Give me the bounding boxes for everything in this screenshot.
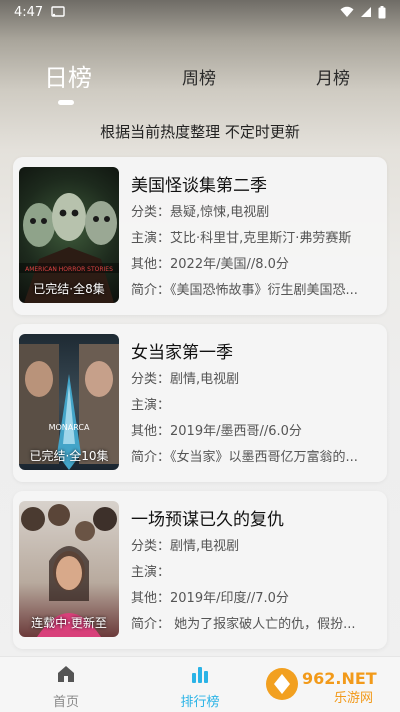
- tab-weekly[interactable]: 周榜: [182, 64, 216, 89]
- list-item[interactable]: 连载中·更新至 一场预谋已久的复仇 分类：剧情,电视剧 主演： 其他：2019年…: [13, 491, 387, 649]
- tab-indicator: [58, 100, 74, 105]
- ranking-tabs: 日榜 周榜 月榜: [0, 64, 400, 114]
- item-cast: 主演：艾比·科里甘,克里斯汀·弗劳赛斯: [131, 231, 352, 246]
- nav-home[interactable]: 首页: [36, 663, 96, 710]
- tab-monthly[interactable]: 月榜: [316, 64, 350, 89]
- item-title: 女当家第一季: [131, 343, 233, 363]
- item-genre: 分类：剧情,电视剧: [131, 372, 240, 387]
- nav-home-label: 首页: [52, 695, 79, 710]
- ranking-icon: [192, 667, 208, 683]
- home-icon: [58, 666, 74, 682]
- list-item[interactable]: AMERICAN HORROR STORIES 已完结·全8集 美国怪谈集第二季…: [13, 157, 387, 315]
- item-other: 其他：2019年/印度//7.0分: [131, 591, 289, 606]
- poster-image: MONARCA 已完结·全10集: [19, 334, 119, 470]
- poster-status: 已完结·全8集: [33, 282, 105, 296]
- battery-icon: [378, 5, 386, 18]
- wifi-icon: [340, 6, 354, 17]
- ranking-subtitle: 根据当前热度整理 不定时更新: [100, 123, 300, 141]
- poster-status: 已完结·全10集: [29, 449, 109, 463]
- status-bar: 4:47: [0, 0, 400, 24]
- item-cast: 主演：: [131, 398, 171, 413]
- poster-status: 连载中·更新至: [31, 616, 107, 630]
- item-intro: 简介：《女当家》以墨西哥亿万富翁的...: [131, 450, 358, 465]
- signal-icon: [361, 7, 371, 17]
- item-cast: 主演：: [131, 565, 171, 580]
- item-title: 美国怪谈集第二季: [131, 176, 267, 196]
- item-intro: 简介： 她为了报家破人亡的仇，假扮...: [131, 617, 356, 632]
- nav-ranking[interactable]: 排行榜: [170, 663, 230, 710]
- svg-text:乐游网: 乐游网: [334, 691, 373, 706]
- svg-text:MONARCA: MONARCA: [49, 423, 90, 432]
- item-other: 其他：2019年/墨西哥//6.0分: [131, 424, 302, 439]
- poster-image: 连载中·更新至: [19, 501, 119, 637]
- item-genre: 分类：悬疑,惊悚,电视剧: [131, 205, 270, 220]
- item-title: 一场预谋已久的复仇: [131, 510, 284, 530]
- svg-text:962.NET: 962.NET: [302, 669, 377, 688]
- list-item[interactable]: MONARCA 已完结·全10集 女当家第一季 分类：剧情,电视剧 主演： 其他…: [13, 324, 387, 482]
- cast-icon: [51, 6, 65, 17]
- svg-text:AMERICAN HORROR STORIES: AMERICAN HORROR STORIES: [25, 266, 113, 273]
- nav-ranking-label: 排行榜: [180, 695, 220, 710]
- item-other: 其他：2022年/美国//8.0分: [131, 257, 289, 272]
- poster-image: AMERICAN HORROR STORIES 已完结·全8集: [19, 167, 119, 303]
- item-intro: 简介：《美国恐怖故事》衍生剧美国恐...: [131, 283, 358, 298]
- tab-daily[interactable]: 日榜: [44, 58, 92, 93]
- status-time: 4:47: [14, 4, 44, 20]
- site-watermark-logo: 962.NET 乐游网: [266, 668, 377, 706]
- item-genre: 分类：剧情,电视剧: [131, 539, 240, 554]
